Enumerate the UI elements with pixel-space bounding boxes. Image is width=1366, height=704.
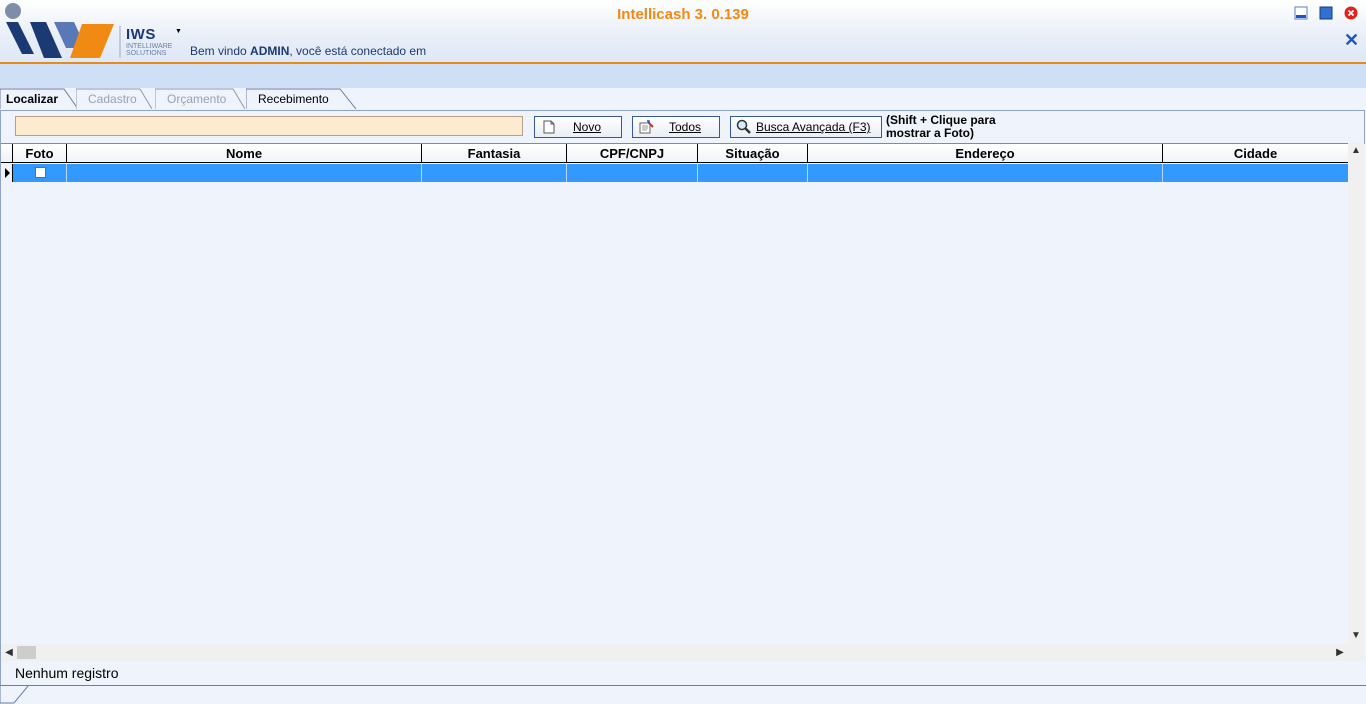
record-count-text: Nenhum registro	[15, 665, 119, 681]
cell-nome[interactable]	[67, 164, 422, 182]
table-row[interactable]	[1, 164, 1348, 182]
novo-button[interactable]: Novo	[534, 116, 622, 138]
photo-hint: (Shift + Clique para mostrar a Foto)	[886, 113, 996, 140]
app-header: IWS INTELLIWARE SOLUTIONS ▼ Intellicash …	[0, 0, 1366, 64]
tab-cadastro[interactable]: Cadastro	[76, 88, 160, 109]
tab-bar: Localizar Cadastro Orçamento Recebimento	[0, 88, 1366, 110]
status-bar: Nenhum registro	[0, 661, 1364, 685]
vertical-scrollbar[interactable]: ▲ ▼	[1348, 143, 1364, 644]
row-indicator-header	[1, 144, 13, 163]
search-input[interactable]	[15, 116, 523, 136]
column-header-situacao[interactable]: Situação	[698, 144, 808, 163]
tab-recebimento[interactable]: Recebimento	[246, 88, 362, 109]
search-toolbar: Novo Todos Busca Avançada (F3) (Shift + …	[0, 110, 1365, 144]
foto-checkbox[interactable]	[35, 167, 46, 178]
logo-dropdown-icon[interactable]: ▼	[175, 28, 182, 35]
bottom-divider	[0, 685, 1366, 686]
cell-endereco[interactable]	[808, 164, 1163, 182]
cell-cpf-cnpj[interactable]	[567, 164, 698, 182]
minimize-icon[interactable]	[1294, 6, 1308, 20]
column-header-foto[interactable]: Foto	[13, 144, 67, 163]
cell-fantasia[interactable]	[422, 164, 567, 182]
close-x-icon[interactable]: ✕	[1344, 31, 1359, 49]
scroll-down-icon[interactable]: ▼	[1348, 628, 1364, 644]
horizontal-scroll-thumb[interactable]	[17, 646, 36, 659]
scrollbar-corner	[1348, 644, 1364, 661]
logo-text: IWS	[126, 26, 156, 43]
grid-header: Foto Nome Fantasia CPF/CNPJ Situação End…	[1, 143, 1348, 163]
scroll-left-icon[interactable]: ◀	[1, 644, 17, 661]
tab-localizar[interactable]: Localizar	[0, 88, 79, 109]
list-edit-icon	[639, 120, 654, 134]
magnifier-icon	[736, 119, 751, 134]
busca-avancada-button[interactable]: Busca Avançada (F3)	[730, 116, 882, 138]
column-header-cidade[interactable]: Cidade	[1163, 144, 1348, 163]
tab-orcamento[interactable]: Orçamento	[155, 88, 255, 109]
scroll-up-icon[interactable]: ▲	[1348, 143, 1364, 159]
todos-button[interactable]: Todos	[632, 116, 720, 138]
app-title: Intellicash 3. 0.139	[617, 6, 749, 23]
row-pointer-icon	[5, 168, 10, 178]
logo-subtitle: INTELLIWARE SOLUTIONS	[126, 43, 173, 57]
column-header-cpf-cnpj[interactable]: CPF/CNPJ	[567, 144, 698, 163]
cell-cidade[interactable]	[1163, 164, 1348, 182]
header-band	[0, 64, 1366, 88]
cell-situacao[interactable]	[698, 164, 808, 182]
scroll-right-icon[interactable]: ▶	[1332, 644, 1348, 661]
results-grid: Foto Nome Fantasia CPF/CNPJ Situação End…	[0, 143, 1364, 661]
horizontal-scrollbar[interactable]: ◀ ▶	[1, 644, 1348, 661]
bottom-tab[interactable]	[0, 686, 30, 704]
column-header-nome[interactable]: Nome	[67, 144, 422, 163]
column-header-fantasia[interactable]: Fantasia	[422, 144, 567, 163]
row-indicator	[1, 164, 13, 182]
close-icon[interactable]	[1344, 6, 1358, 20]
column-header-endereco[interactable]: Endereço	[808, 144, 1163, 163]
new-document-icon	[543, 120, 555, 134]
welcome-message: Bem vindo ADMIN, você está conectado em	[190, 44, 427, 58]
maximize-icon[interactable]	[1319, 6, 1333, 20]
